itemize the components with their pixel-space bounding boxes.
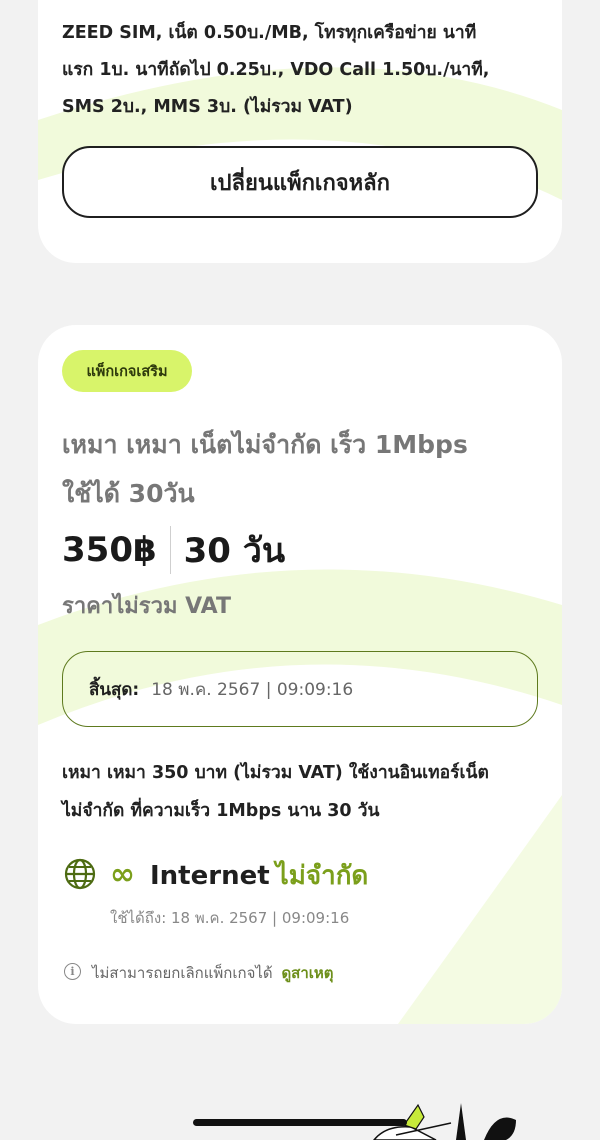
price-divider [169, 526, 171, 574]
cancel-note: ไม่สามารถยกเลิกแพ็กเกจได้ [92, 964, 273, 982]
internet-label: Internet [150, 861, 270, 891]
vat-note: ราคาไม่รวม VAT [62, 594, 231, 619]
internet-quota: Internet ไม่จำกัด [150, 858, 368, 894]
see-reason-link[interactable]: ดูสาเหตุ [281, 964, 333, 982]
addon-badge: แพ็กเกจเสริม [62, 350, 192, 392]
main-package-card: ZEED SIM, เน็ต 0.50บ./MB, โทรทุกเครือข่า… [38, 0, 562, 263]
mascot-illustration [373, 1103, 516, 1140]
package-price: 350฿ [62, 530, 157, 570]
globe-icon [64, 858, 96, 890]
expiry-box: สิ้นสุด: 18 พ.ค. 2567 | 09:09:16 [62, 651, 538, 727]
change-main-package-button[interactable]: เปลี่ยนแพ็กเกจหลัก [62, 146, 538, 218]
package-duration: 30 วัน [183, 531, 286, 571]
price-row: 350฿ 30 วัน [62, 523, 285, 577]
addon-package-card: แพ็กเกจเสริม เหมา เหมา เน็ตไม่จำกัด เร็ว… [38, 325, 562, 1024]
main-package-description: ZEED SIM, เน็ต 0.50บ./MB, โทรทุกเครือข่า… [62, 23, 490, 117]
cancel-note-row: ไม่สามารถยกเลิกแพ็กเกจได้ ดูสาเหตุ [92, 961, 334, 985]
expiry-label: สิ้นสุด: [89, 679, 140, 700]
expiry-value: 18 พ.ค. 2567 | 09:09:16 [151, 679, 354, 700]
internet-usable-until: ใช้ได้ถึง: 18 พ.ค. 2567 | 09:09:16 [110, 909, 350, 927]
home-indicator[interactable] [193, 1119, 407, 1126]
infinity-icon: ∞ [110, 857, 135, 892]
internet-value: ไม่จำกัด [275, 861, 369, 891]
package-title: เหมา เหมา เน็ตไม่จำกัด เร็ว 1Mbps ใช้ได้… [62, 430, 468, 508]
package-description: เหมา เหมา 350 บาท (ไม่รวม VAT) ใช้งานอิน… [62, 763, 489, 821]
info-icon: i [64, 963, 81, 980]
